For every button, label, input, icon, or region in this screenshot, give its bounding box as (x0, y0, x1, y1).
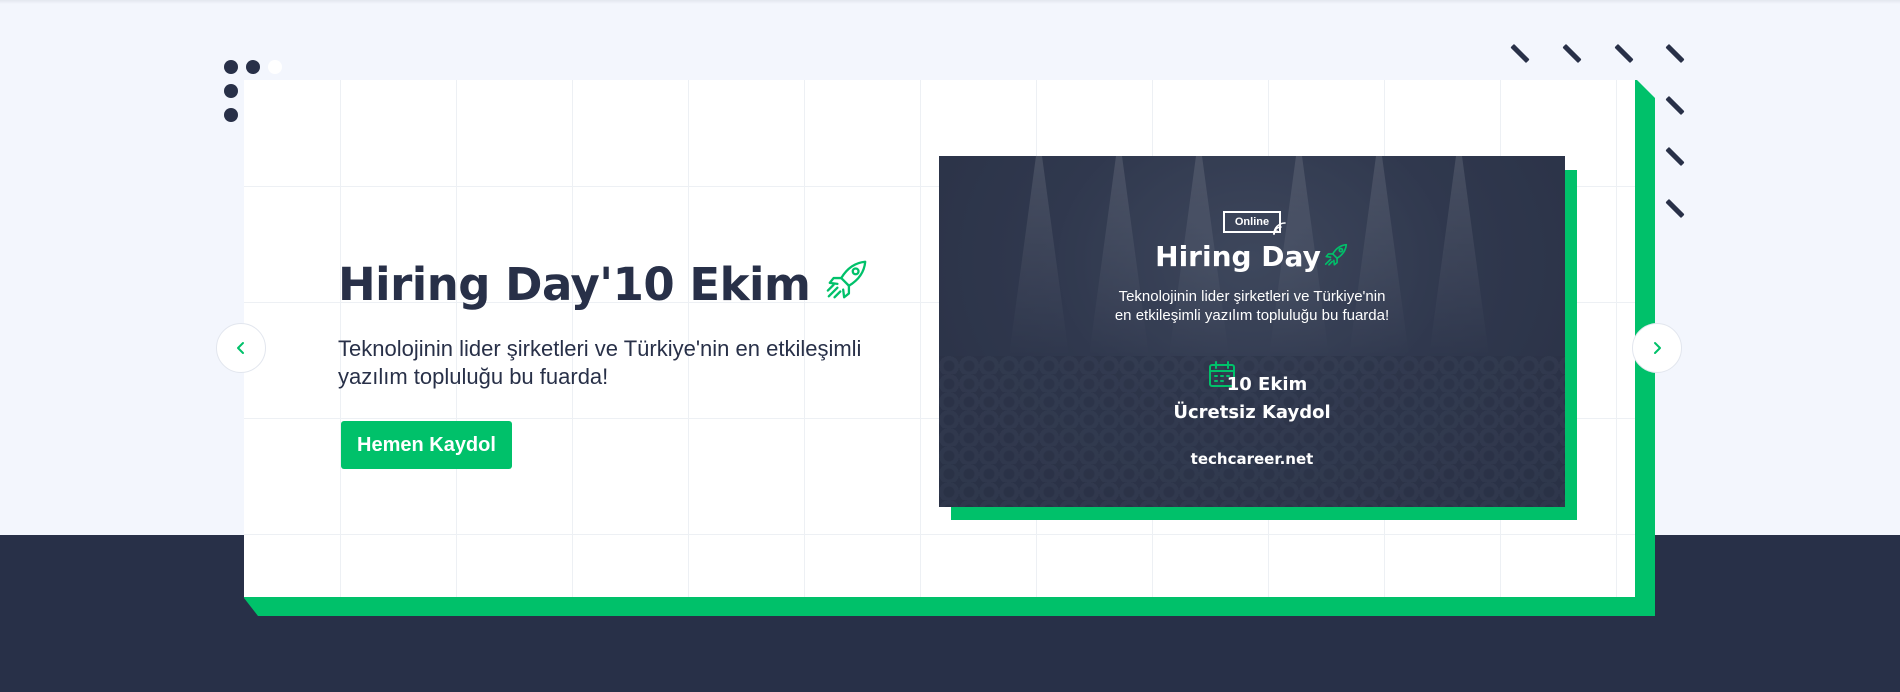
rocket-icon (1324, 243, 1347, 266)
page-top-shadow (0, 0, 1900, 4)
banner-url: techcareer.net (1190, 450, 1314, 468)
chevron-left-icon (237, 342, 244, 354)
dash (1665, 43, 1685, 64)
hero-subtitle: Teknolojinin lider şirketleri ve Türkiye… (338, 336, 862, 389)
carousel-prev-button[interactable] (216, 323, 266, 373)
rocket-icon (827, 260, 867, 298)
dash (1665, 146, 1685, 167)
banner-date: 10 Ekim (1226, 374, 1308, 395)
dash (1562, 43, 1582, 64)
hero-text: Hiring Day'10 Ekim Teknolojinin lider şi… (338, 258, 918, 469)
register-button[interactable]: Hemen Kaydol (341, 421, 512, 469)
banner-subtitle: Teknolojinin lider şirketleri ve Türkiye… (939, 287, 1565, 325)
banner-title-wrap: Hiring Day (939, 240, 1565, 273)
dash (1510, 43, 1530, 64)
dash (1665, 198, 1685, 219)
signal-icon (1273, 222, 1286, 235)
event-banner[interactable]: Online Hiring Day Teknolojinin lider şir… (939, 156, 1565, 507)
banner-title-inner: Hiring Day (1155, 240, 1349, 273)
dash (1614, 43, 1634, 64)
chevron-right-icon (1654, 342, 1661, 354)
banner-title: Hiring Day (1155, 240, 1321, 273)
banner-subtitle-line: en etkileşimli yazılım topluluğu bu fuar… (1114, 307, 1390, 324)
carousel-next-button[interactable] (1632, 323, 1682, 373)
dot (224, 60, 238, 74)
dot (224, 84, 238, 98)
dash (1665, 95, 1685, 116)
banner-subtitle-line: Teknolojinin lider şirketleri ve Türkiye… (1118, 288, 1386, 305)
dot (246, 60, 260, 74)
dot (268, 60, 282, 74)
dot (224, 108, 238, 122)
hero-title: Hiring Day'10 Ekim (338, 258, 811, 311)
hero-title-row: Hiring Day'10 Ekim (338, 258, 918, 311)
banner-registration: Ücretsiz Kaydol (1173, 402, 1331, 423)
